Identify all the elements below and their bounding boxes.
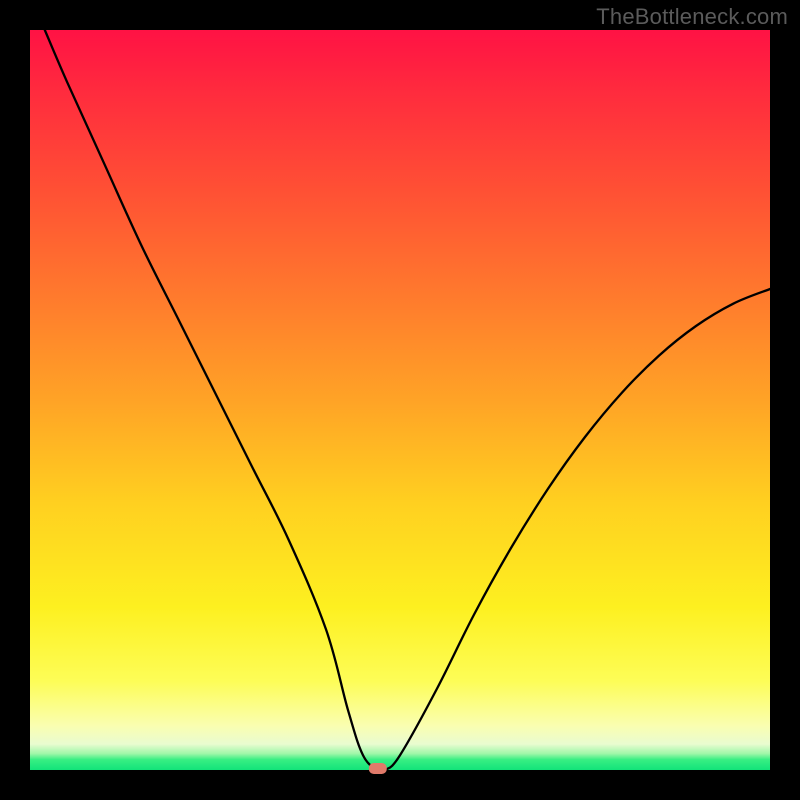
curve-svg <box>30 30 770 770</box>
chart-frame: TheBottleneck.com <box>0 0 800 800</box>
marker-dot <box>369 763 387 774</box>
watermark-label: TheBottleneck.com <box>596 4 788 30</box>
bottleneck-curve-path <box>45 30 770 772</box>
plot-area <box>30 30 770 770</box>
